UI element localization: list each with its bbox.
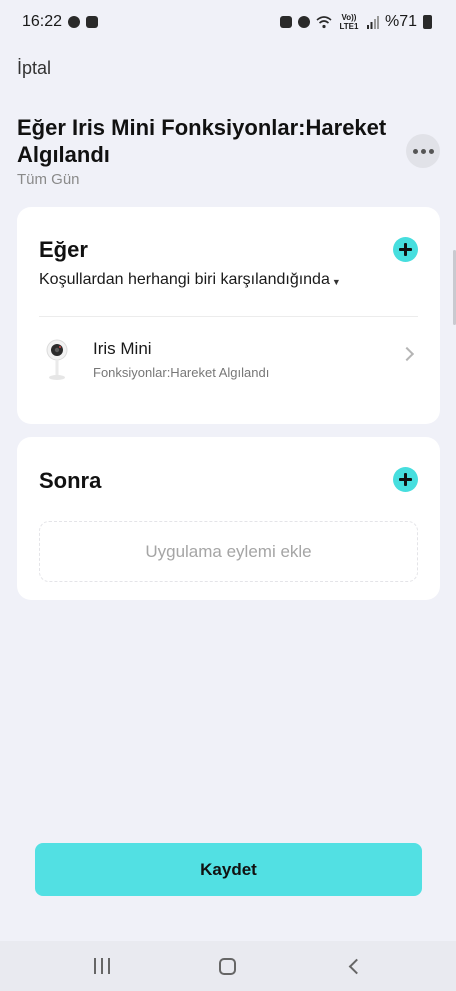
cancel-button[interactable]: İptal <box>17 58 51 79</box>
camera-device-icon <box>46 339 68 380</box>
condition-mode-label: Koşullardan herhangi biri karşılandığınd… <box>39 271 330 288</box>
if-heading: Eğer <box>39 237 88 262</box>
then-heading: Sonra <box>39 468 102 493</box>
back-icon[interactable] <box>348 958 364 974</box>
add-action-placeholder[interactable]: Uygulama eylemi ekle <box>39 521 418 582</box>
system-nav-bar <box>0 941 456 991</box>
home-icon[interactable] <box>218 957 236 975</box>
battery-percent: %71 <box>384 13 417 30</box>
status-bar: 16:22 Vo)) LTE1 %71 <box>0 0 456 44</box>
more-dot <box>428 148 434 154</box>
wifi-icon <box>316 15 332 28</box>
network-label: Vo)) LTE1 <box>339 13 359 31</box>
device-name: Iris Mini <box>93 339 152 358</box>
chevron-right-icon <box>399 346 415 362</box>
page-title: Eğer Iris Mini Fonksiyonlar:Hareket Algı… <box>17 115 387 167</box>
save-button[interactable]: Kaydet <box>35 843 422 896</box>
automation-screen: 16:22 Vo)) LTE1 %71 İptal Eğer Iris Mini… <box>0 0 456 991</box>
recents-icon[interactable] <box>94 958 111 974</box>
condition-mode-select[interactable]: Koşullardan herhangi biri karşılandığınd… <box>39 271 341 289</box>
schedule-subtitle[interactable]: Tüm Gün <box>17 171 80 188</box>
chevron-down-icon: ▼ <box>331 276 341 287</box>
device-condition-description: Fonksiyonlar:Hareket Algılandı <box>93 365 270 380</box>
more-dot <box>420 148 426 154</box>
chat-bubble-icon <box>68 16 81 28</box>
condition-row-iris-mini[interactable]: Iris Mini Fonksiyonlar:Hareket Algılandı <box>39 335 418 383</box>
more-horizontal-icon <box>412 148 418 154</box>
signal-icon <box>366 15 379 29</box>
add-condition-button[interactable] <box>393 237 418 262</box>
battery-icon <box>423 15 432 29</box>
security-icon <box>279 16 292 28</box>
more-options-button[interactable] <box>406 134 440 168</box>
alarm-icon <box>297 16 310 28</box>
screen-cast-icon <box>86 16 99 28</box>
status-time: 16:22 <box>22 13 63 30</box>
if-card: Eğer Koşullardan herhangi biri karşıland… <box>17 207 440 424</box>
add-action-button[interactable] <box>393 467 418 492</box>
then-card: Sonra Uygulama eylemi ekle <box>17 437 440 600</box>
divider <box>39 316 418 317</box>
